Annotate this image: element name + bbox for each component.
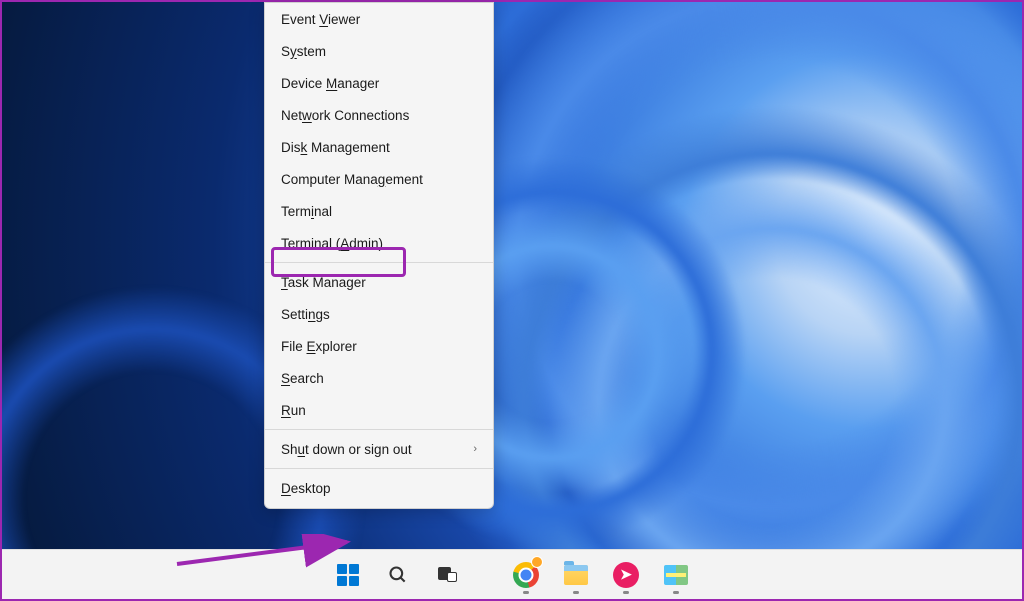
menu-item-computer-management[interactable]: Computer Management [265,163,493,195]
menu-divider [265,429,493,430]
menu-item-event-viewer[interactable]: Event Viewer [265,3,493,35]
control-panel-icon [664,565,688,585]
menu-item-terminal-admin[interactable]: Terminal (Admin) [265,227,493,259]
chevron-right-icon: › [473,443,477,455]
task-view-button[interactable] [427,554,469,596]
menu-item-device-manager[interactable]: Device Manager [265,67,493,99]
menu-item-system[interactable]: System [265,35,493,67]
menu-item-network-connections[interactable]: Network Connections [265,99,493,131]
menu-item-shutdown-signout[interactable]: Shut down or sign out › [265,433,493,465]
notification-badge-icon [531,556,543,568]
folder-icon [564,565,588,585]
taskbar-app-control-panel[interactable] [655,554,697,596]
app-icon: ➤ [613,562,639,588]
menu-divider [265,468,493,469]
desktop-wallpaper [2,2,1022,599]
menu-item-task-manager[interactable]: Task Manager [265,266,493,298]
menu-item-settings[interactable]: Settings [265,298,493,330]
search-button[interactable] [377,554,419,596]
start-button[interactable] [327,554,369,596]
menu-item-run[interactable]: Run [265,394,493,426]
taskbar-app-pink[interactable]: ➤ [605,554,647,596]
task-view-icon [438,567,458,583]
menu-item-desktop[interactable]: Desktop [265,472,493,504]
taskbar-app-chrome[interactable] [505,554,547,596]
menu-item-file-explorer[interactable]: File Explorer [265,330,493,362]
taskbar-app-file-explorer[interactable] [555,554,597,596]
menu-item-terminal[interactable]: Terminal [265,195,493,227]
taskbar: ➤ [2,549,1022,599]
windows-logo-icon [337,564,359,586]
winx-power-user-menu: Event Viewer System Device Manager Netwo… [264,2,494,509]
search-icon [388,565,408,585]
menu-item-disk-management[interactable]: Disk Management [265,131,493,163]
menu-divider [265,262,493,263]
menu-item-search[interactable]: Search [265,362,493,394]
